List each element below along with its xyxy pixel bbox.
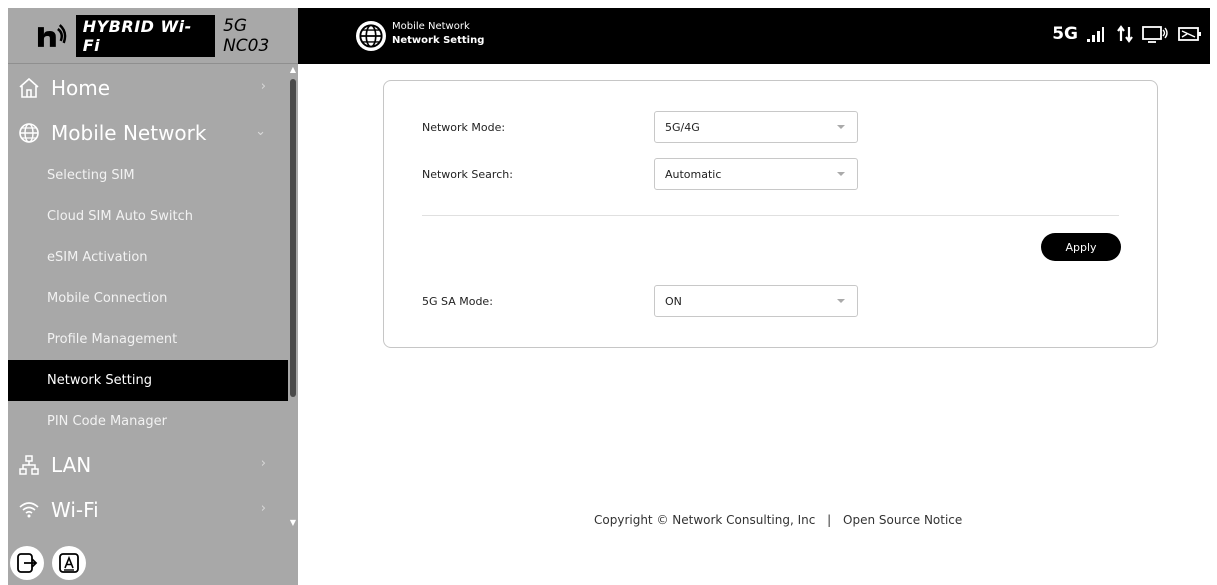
copyright-text: Copyright © Network Consulting, Inc xyxy=(594,513,816,527)
sidebar-nav: Home › Mobile Network ⌄ Selecting SIM Cl… xyxy=(8,65,288,532)
sidebar-item-label: LAN xyxy=(51,452,92,477)
network-search-value: Automatic xyxy=(665,167,722,181)
apply-button[interactable]: Apply xyxy=(1041,233,1121,261)
sidebar-item-home[interactable]: Home › xyxy=(8,65,288,110)
sa-mode-select[interactable]: ON xyxy=(654,285,858,317)
page-title: Network Setting xyxy=(392,35,485,46)
network-search-label: Network Search: xyxy=(422,168,513,181)
font-size-icon[interactable] xyxy=(52,546,86,580)
network-search-select[interactable]: Automatic xyxy=(654,158,858,190)
sidebar-item-label: Wi-Fi xyxy=(51,497,99,522)
sidebar-subitem-mobile-connection[interactable]: Mobile Connection xyxy=(8,278,288,319)
sidebar-subitem-network-setting[interactable]: Network Setting xyxy=(8,360,288,401)
footer-separator: | xyxy=(827,513,832,527)
sa-mode-value: ON xyxy=(665,294,682,308)
sidebar-item-wifi[interactable]: Wi-Fi › xyxy=(8,487,288,532)
logout-icon[interactable] xyxy=(10,546,44,580)
lan-icon xyxy=(16,452,42,478)
sidebar-item-label: Home xyxy=(51,75,111,100)
network-mode-select[interactable]: 5G/4G xyxy=(654,111,858,143)
breadcrumb-section: Mobile Network xyxy=(392,21,470,32)
scroll-up-arrow-icon[interactable]: ▲ xyxy=(289,65,297,74)
top-header: Mobile Network Network Setting 5G xyxy=(298,8,1210,64)
logo-bar: HYBRID Wi-Fi 5G NC03 xyxy=(8,8,298,64)
network-setting-card: Network Mode: 5G/4G Network Search: Auto… xyxy=(383,80,1158,348)
footer: Copyright © Network Consulting, Inc | Op… xyxy=(594,513,962,527)
sidebar-subitem-selecting-sim[interactable]: Selecting SIM xyxy=(8,155,288,196)
home-icon xyxy=(16,75,42,101)
network-type-label: 5G xyxy=(1052,24,1078,44)
sidebar-subitem-profile-management[interactable]: Profile Management xyxy=(8,319,288,360)
caret-down-icon xyxy=(837,125,845,129)
globe-icon xyxy=(16,120,42,146)
battery-icon xyxy=(1178,27,1201,41)
sidebar: HYBRID Wi-Fi 5G NC03 Home › Mobile Netwo… xyxy=(8,8,298,585)
caret-down-icon xyxy=(837,299,845,303)
sa-mode-label: 5G SA Mode: xyxy=(422,295,493,308)
divider xyxy=(422,215,1119,216)
scrollbar-thumb[interactable] xyxy=(290,79,296,397)
sidebar-subitem-esim-activation[interactable]: eSIM Activation xyxy=(8,237,288,278)
status-bar: 5G xyxy=(1052,24,1202,44)
brand-logo-icon xyxy=(37,23,67,47)
chevron-down-icon: ⌄ xyxy=(255,124,266,139)
wifi-icon xyxy=(16,497,42,523)
data-transfer-icon xyxy=(1117,25,1133,43)
globe-icon xyxy=(356,21,386,51)
sidebar-subitem-cloud-sim-auto-switch[interactable]: Cloud SIM Auto Switch xyxy=(8,196,288,237)
signal-strength-icon xyxy=(1087,27,1104,42)
app-root: HYBRID Wi-Fi 5G NC03 Home › Mobile Netwo… xyxy=(0,0,1217,585)
sidebar-subitem-pin-code-manager[interactable]: PIN Code Manager xyxy=(8,401,288,442)
sidebar-item-mobile-network[interactable]: Mobile Network ⌄ xyxy=(8,110,288,155)
chevron-right-icon: › xyxy=(260,501,266,516)
network-mode-value: 5G/4G xyxy=(665,120,700,134)
caret-down-icon xyxy=(837,172,845,176)
connected-devices-icon xyxy=(1142,26,1168,43)
sidebar-item-label: Mobile Network xyxy=(51,120,207,145)
chevron-right-icon: › xyxy=(260,456,266,471)
network-mode-label: Network Mode: xyxy=(422,121,506,134)
sidebar-scrollbar[interactable]: ▲ ▼ xyxy=(288,65,298,527)
sidebar-item-lan[interactable]: LAN › xyxy=(8,442,288,487)
scroll-down-arrow-icon[interactable]: ▼ xyxy=(289,518,297,527)
brand-badge: HYBRID Wi-Fi xyxy=(75,14,216,57)
open-source-notice-link[interactable]: Open Source Notice xyxy=(843,513,962,527)
brand-model: 5G NC03 xyxy=(223,15,270,56)
chevron-right-icon: › xyxy=(260,79,266,94)
sidebar-bottom-actions xyxy=(10,546,86,580)
